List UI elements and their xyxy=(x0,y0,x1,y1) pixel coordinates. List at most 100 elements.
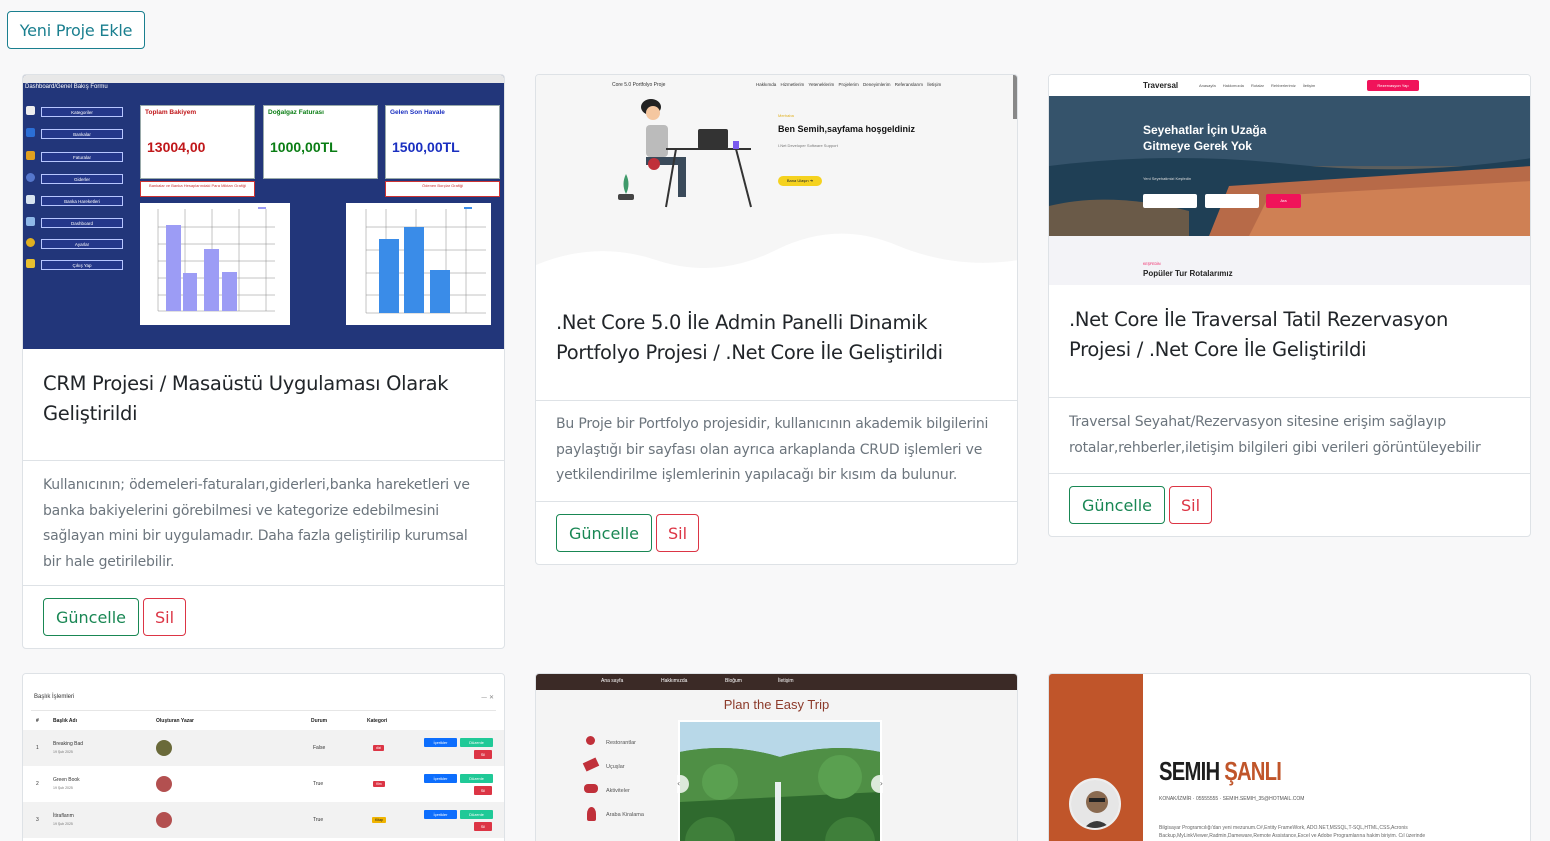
traversal-brand: Traversal xyxy=(1143,81,1179,90)
bank-icon xyxy=(26,128,35,137)
crm-menu-item: Giderler xyxy=(41,174,123,184)
project-card: SEMIH ŞANLI KONAK/İZMİR · 05555555 · SEM… xyxy=(1048,673,1531,841)
stat-label: Doğalgaz Faturası xyxy=(268,109,324,116)
scrollbar xyxy=(1013,75,1017,119)
row-status: True xyxy=(313,781,324,787)
table-row: 2 Green Book 19 Şub 2025 True film İçeri… xyxy=(23,766,504,802)
stat-value: 1000,00TL xyxy=(270,139,338,155)
restaurant-icon xyxy=(586,736,595,745)
crm-menu-item: Çıkış Yap xyxy=(41,260,123,270)
category-badge: dizi xyxy=(373,745,384,751)
project-card: Core 5.0 Portfolyo Proje Hakkımda Hizmet… xyxy=(535,74,1018,565)
developer-illustration-image xyxy=(618,99,752,208)
project-title: .Net Core İle Traversal Tatil Rezervasyo… xyxy=(1069,308,1449,361)
project-card: Başlık İşlemleri — ✕ # Başlık Adı Oluştu… xyxy=(22,673,505,841)
column-header: Oluşturan Yazar xyxy=(156,718,194,724)
stat-label: Toplam Bakiyem xyxy=(145,109,197,116)
bank-chart-image xyxy=(140,203,290,325)
project-title: .Net Core 5.0 İle Admin Panelli Dinamik … xyxy=(556,311,943,364)
delete-button[interactable]: Sil xyxy=(1169,486,1212,524)
activities-icon xyxy=(584,784,598,793)
avatar xyxy=(156,812,172,828)
card-divider xyxy=(536,400,1017,401)
crm-menu-item: Bankalar xyxy=(41,129,123,139)
project-description: Traversal Seyahat/Rezervasyon sitesine e… xyxy=(1069,414,1481,456)
hero-image: Seyehatlar İçin Uzağa Gitmeye Gerek Yok … xyxy=(1049,96,1530,236)
portfolio-brand: Core 5.0 Portfolyo Proje xyxy=(612,82,666,88)
search-button: Ara xyxy=(1266,194,1301,208)
contents-button: İçerikler xyxy=(424,738,457,747)
crm-menu-item: Dashboard xyxy=(41,218,123,228)
delete-button[interactable]: Sil xyxy=(656,514,699,552)
traversal-links: Anasayfa Hakkımızda Rotalar Rehberlerimi… xyxy=(1199,83,1316,88)
project-description: Kullanıcının; ödemeleri-faturaları,gider… xyxy=(43,477,470,570)
card-divider xyxy=(536,501,1017,502)
row-title: İtiraflarım xyxy=(53,813,74,819)
card-divider xyxy=(23,460,504,461)
cv-last-name: ŞANLI xyxy=(1224,756,1282,786)
update-button[interactable]: Güncelle xyxy=(556,514,652,552)
row-number: 3 xyxy=(36,817,39,823)
stat-box: Gelen Son Havale 1500,00TL xyxy=(385,105,500,179)
project-card: Dashboard/Genel Bakış Formu Kategoriler … xyxy=(22,74,505,649)
delete-button[interactable]: Sil xyxy=(143,598,186,636)
trip-nav-link: Ana sayfa xyxy=(601,678,624,684)
trip-menu-item: Araba Kiralama xyxy=(606,812,644,818)
edit-button: Düzenle xyxy=(460,810,493,819)
exit-icon xyxy=(26,259,35,268)
plane-icon xyxy=(582,757,600,772)
edit-button: Düzenle xyxy=(460,774,493,783)
gear-icon xyxy=(26,238,35,247)
add-project-button[interactable]: Yeni Proje Ekle xyxy=(7,11,145,49)
category-icon xyxy=(26,106,35,115)
crm-menu-item: Kategoriler xyxy=(41,107,123,117)
table-heading: Başlık İşlemleri xyxy=(34,694,75,700)
portfolio-heading: Ben Semih,sayfama hoşgeldiniz xyxy=(778,124,916,134)
portfolio-cta: Bana Ulaşın ➜ xyxy=(778,176,822,186)
table-row: 3 İtiraflarım 19 Şub 2025 True Kitap İçe… xyxy=(23,802,504,838)
stat-value: 1500,00TL xyxy=(392,139,460,155)
cv-first-name: SEMIH xyxy=(1159,756,1220,786)
project-thumbnail: Traversal Anasayfa Hakkımızda Rotalar Re… xyxy=(1049,75,1530,285)
column-header: Başlık Adı xyxy=(53,718,77,724)
portfolio-subheading: I.Net Developer Software Support xyxy=(778,143,838,148)
section-title: Popüler Tur Rotalarımız xyxy=(1143,269,1233,278)
avatar xyxy=(156,740,172,756)
card-divider xyxy=(23,585,504,586)
trip-nav-link: Bloğum xyxy=(725,678,742,684)
update-button[interactable]: Güncelle xyxy=(43,598,139,636)
edit-button: Düzenle xyxy=(460,738,493,747)
row-date: 19 Şub 2025 xyxy=(53,786,73,790)
project-title: CRM Projesi / Masaüstü Uygulaması Olarak… xyxy=(43,372,449,425)
chart-caption: Bankalar ve Banka Hesaplarındaki Para Mi… xyxy=(140,181,255,197)
table-row: 1 Breaking Bad 19 Şub 2025 False dizi İç… xyxy=(23,730,504,766)
stat-label: Gelen Son Havale xyxy=(390,109,445,116)
chart-caption: Ödenen Borçlar Grafiği xyxy=(385,181,500,197)
portfolio-nav: Hakkımda Hizmetlerim Yeteneklerim Projel… xyxy=(756,82,942,87)
trip-menu-item: Aktiviteler xyxy=(606,788,630,794)
hero-title: Seyehatlar İçin Uzağa Gitmeye Gerek Yok xyxy=(1143,123,1267,153)
crm-menu-item: Faturalar xyxy=(41,152,123,162)
crm-header: Dashboard/Genel Bakış Formu xyxy=(25,84,108,90)
section-area: KEŞFEDİN Popüler Tur Rotalarımız xyxy=(1049,236,1530,285)
trip-nav-link: Hakkımızda xyxy=(661,678,688,684)
column-header: # xyxy=(36,718,39,724)
dashboard-icon xyxy=(26,217,35,226)
traversal-nav: Traversal Anasayfa Hakkımızda Rotalar Re… xyxy=(1049,75,1530,96)
project-thumbnail: Ana sayfa Hakkımızda Bloğum İletişim Pla… xyxy=(536,674,1017,841)
card-divider xyxy=(1049,397,1530,398)
update-button[interactable]: Güncelle xyxy=(1069,486,1165,524)
trip-title: Plan the Easy Trip xyxy=(723,697,830,712)
row-title: Green Book xyxy=(53,777,80,783)
crm-menu-item: Ayarlar xyxy=(41,239,123,249)
cv-summary: Bilgisayar Programcılığı'dan yeni mezunu… xyxy=(1159,825,1426,839)
project-thumbnail: SEMIH ŞANLI KONAK/İZMİR · 05555555 · SEM… xyxy=(1049,674,1530,841)
date-input xyxy=(1205,194,1259,208)
trip-navbar: Ana sayfa Hakkımızda Bloğum İletişim xyxy=(536,674,1017,690)
delete-mini-button: Sil xyxy=(474,822,492,831)
row-status: False xyxy=(313,745,326,751)
cv-name: SEMIH ŞANLI xyxy=(1159,756,1282,787)
project-thumbnail: Dashboard/Genel Bakış Formu Kategoriler … xyxy=(23,75,504,349)
crm-menu-item: Banka Hareketleri xyxy=(41,196,123,206)
expense-icon xyxy=(26,173,35,182)
